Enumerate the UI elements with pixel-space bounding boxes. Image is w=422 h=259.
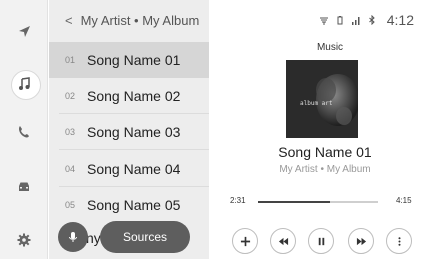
progress-bar[interactable]	[258, 201, 378, 203]
song-row[interactable]: 05 Song Name 05	[49, 187, 209, 223]
vehicle-button[interactable]	[0, 167, 48, 207]
song-name: Song Name 01	[87, 52, 181, 68]
track-number: 03	[65, 127, 76, 137]
back-icon[interactable]: <	[65, 13, 73, 28]
row-divider	[59, 149, 209, 150]
microphone-icon	[69, 232, 77, 242]
clock: 4:12	[386, 12, 414, 28]
pause-icon	[318, 237, 324, 245]
nav-button[interactable]	[0, 12, 48, 52]
album-art: album art	[286, 60, 358, 138]
rewind-icon	[278, 237, 288, 245]
pause-button[interactable]	[308, 228, 334, 254]
navigation-icon	[19, 26, 30, 37]
source-label: Music	[316, 42, 344, 53]
fast-forward-button[interactable]	[348, 228, 374, 254]
breadcrumb[interactable]: < My Artist • My Album	[49, 0, 209, 40]
media-button[interactable]	[0, 64, 48, 104]
signal-icon	[351, 17, 360, 25]
phone-icon	[19, 126, 29, 138]
album-art-text: album art	[300, 100, 333, 107]
status-bar: 4:12	[319, 12, 414, 28]
more-options-button[interactable]	[386, 228, 412, 254]
total-time: 4:15	[396, 196, 412, 205]
track-number: 05	[65, 200, 76, 210]
phone-button[interactable]	[0, 112, 48, 152]
wireless-charging-icon	[319, 17, 328, 25]
track-number: 01	[65, 55, 76, 65]
car-icon	[19, 182, 29, 191]
elapsed-time: 2:31	[230, 196, 246, 205]
settings-icon	[17, 233, 31, 247]
settings-button[interactable]	[0, 220, 48, 259]
rewind-button[interactable]	[270, 228, 296, 254]
fast-forward-icon	[356, 237, 366, 245]
song-name: Song Name 02	[87, 88, 181, 104]
song-title: Song Name 01	[278, 144, 372, 160]
track-number: 02	[65, 91, 76, 101]
song-row[interactable]: 04 Song Name 04	[49, 151, 209, 187]
song-row[interactable]: 02 Song Name 02	[49, 78, 209, 114]
sources-button[interactable]: Sources	[100, 221, 190, 253]
track-number: 04	[65, 164, 76, 174]
audio-screen: < My Artist • My Album 01 Song Name 01 0…	[0, 0, 422, 259]
progress-fill	[258, 201, 330, 203]
song-name: Song Name 05	[87, 197, 181, 213]
bluetooth-icon	[368, 15, 375, 25]
album-art-graphic	[286, 60, 358, 138]
song-row[interactable]: 03 Song Name 03	[49, 114, 209, 150]
partial-song-name: ny	[86, 230, 101, 246]
breadcrumb-text: My Artist • My Album	[80, 12, 200, 28]
battery-icon	[337, 16, 343, 25]
song-name: Song Name 04	[87, 161, 181, 177]
more-icon	[397, 236, 401, 246]
music-note-icon	[19, 77, 30, 90]
song-name: Song Name 03	[87, 124, 181, 140]
add-button[interactable]	[232, 228, 258, 254]
add-icon	[240, 236, 250, 246]
voice-button[interactable]	[58, 222, 88, 252]
artist-album: My Artist • My Album	[279, 164, 371, 175]
side-menu	[0, 0, 48, 259]
song-row[interactable]: 01 Song Name 01	[49, 42, 209, 78]
